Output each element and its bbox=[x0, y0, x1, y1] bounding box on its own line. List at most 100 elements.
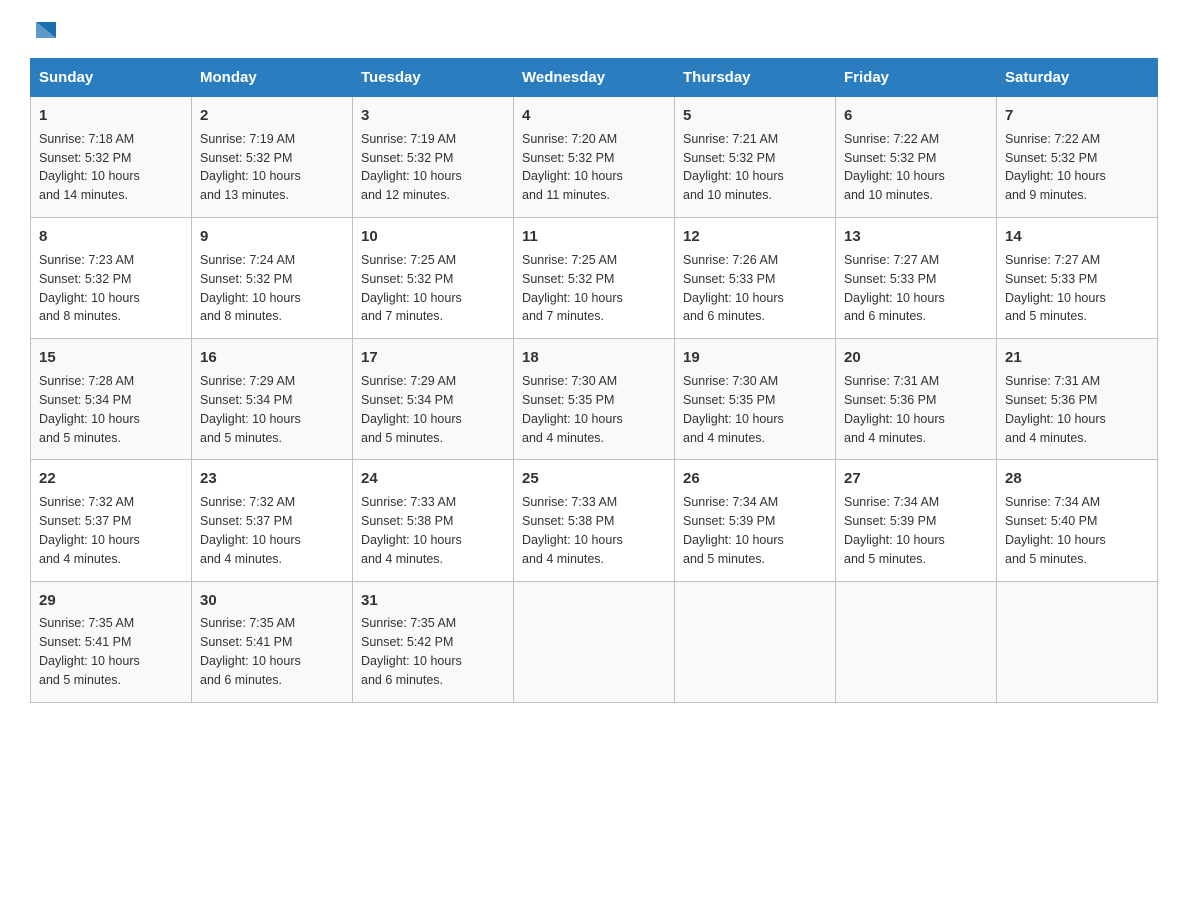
calendar-cell: 23 Sunrise: 7:32 AMSunset: 5:37 PMDaylig… bbox=[192, 460, 353, 581]
day-info: Sunrise: 7:30 AMSunset: 5:35 PMDaylight:… bbox=[522, 374, 623, 445]
day-number: 9 bbox=[200, 226, 344, 248]
calendar-cell: 13 Sunrise: 7:27 AMSunset: 5:33 PMDaylig… bbox=[836, 218, 997, 339]
day-info: Sunrise: 7:34 AMSunset: 5:40 PMDaylight:… bbox=[1005, 495, 1106, 566]
day-info: Sunrise: 7:24 AMSunset: 5:32 PMDaylight:… bbox=[200, 253, 301, 324]
calendar-cell: 4 Sunrise: 7:20 AMSunset: 5:32 PMDayligh… bbox=[514, 97, 675, 218]
day-info: Sunrise: 7:32 AMSunset: 5:37 PMDaylight:… bbox=[200, 495, 301, 566]
day-number: 4 bbox=[522, 105, 666, 127]
calendar-cell: 22 Sunrise: 7:32 AMSunset: 5:37 PMDaylig… bbox=[31, 460, 192, 581]
day-number: 7 bbox=[1005, 105, 1149, 127]
calendar-cell: 11 Sunrise: 7:25 AMSunset: 5:32 PMDaylig… bbox=[514, 218, 675, 339]
day-info: Sunrise: 7:25 AMSunset: 5:32 PMDaylight:… bbox=[361, 253, 462, 324]
weekday-header-sunday: Sunday bbox=[31, 59, 192, 97]
day-info: Sunrise: 7:35 AMSunset: 5:41 PMDaylight:… bbox=[200, 616, 301, 687]
day-info: Sunrise: 7:29 AMSunset: 5:34 PMDaylight:… bbox=[361, 374, 462, 445]
weekday-header-wednesday: Wednesday bbox=[514, 59, 675, 97]
logo-triangle-icon bbox=[32, 20, 60, 42]
calendar-cell: 17 Sunrise: 7:29 AMSunset: 5:34 PMDaylig… bbox=[353, 339, 514, 460]
day-info: Sunrise: 7:35 AMSunset: 5:42 PMDaylight:… bbox=[361, 616, 462, 687]
day-info: Sunrise: 7:29 AMSunset: 5:34 PMDaylight:… bbox=[200, 374, 301, 445]
calendar-cell: 26 Sunrise: 7:34 AMSunset: 5:39 PMDaylig… bbox=[675, 460, 836, 581]
calendar-cell: 18 Sunrise: 7:30 AMSunset: 5:35 PMDaylig… bbox=[514, 339, 675, 460]
day-number: 22 bbox=[39, 468, 183, 490]
calendar-cell: 20 Sunrise: 7:31 AMSunset: 5:36 PMDaylig… bbox=[836, 339, 997, 460]
day-number: 10 bbox=[361, 226, 505, 248]
day-info: Sunrise: 7:22 AMSunset: 5:32 PMDaylight:… bbox=[1005, 132, 1106, 203]
day-info: Sunrise: 7:20 AMSunset: 5:32 PMDaylight:… bbox=[522, 132, 623, 203]
weekday-header-row: SundayMondayTuesdayWednesdayThursdayFrid… bbox=[31, 59, 1158, 97]
day-number: 6 bbox=[844, 105, 988, 127]
calendar-week-row: 29 Sunrise: 7:35 AMSunset: 5:41 PMDaylig… bbox=[31, 581, 1158, 702]
day-number: 14 bbox=[1005, 226, 1149, 248]
logo bbox=[30, 20, 60, 38]
day-number: 31 bbox=[361, 590, 505, 612]
day-number: 24 bbox=[361, 468, 505, 490]
day-info: Sunrise: 7:33 AMSunset: 5:38 PMDaylight:… bbox=[522, 495, 623, 566]
calendar-cell: 7 Sunrise: 7:22 AMSunset: 5:32 PMDayligh… bbox=[997, 97, 1158, 218]
calendar-cell: 24 Sunrise: 7:33 AMSunset: 5:38 PMDaylig… bbox=[353, 460, 514, 581]
day-number: 19 bbox=[683, 347, 827, 369]
calendar-cell: 16 Sunrise: 7:29 AMSunset: 5:34 PMDaylig… bbox=[192, 339, 353, 460]
day-number: 29 bbox=[39, 590, 183, 612]
calendar-cell: 12 Sunrise: 7:26 AMSunset: 5:33 PMDaylig… bbox=[675, 218, 836, 339]
page-header bbox=[30, 20, 1158, 38]
day-number: 27 bbox=[844, 468, 988, 490]
day-number: 11 bbox=[522, 226, 666, 248]
day-number: 1 bbox=[39, 105, 183, 127]
calendar-cell: 10 Sunrise: 7:25 AMSunset: 5:32 PMDaylig… bbox=[353, 218, 514, 339]
calendar-cell: 8 Sunrise: 7:23 AMSunset: 5:32 PMDayligh… bbox=[31, 218, 192, 339]
day-info: Sunrise: 7:26 AMSunset: 5:33 PMDaylight:… bbox=[683, 253, 784, 324]
calendar-week-row: 15 Sunrise: 7:28 AMSunset: 5:34 PMDaylig… bbox=[31, 339, 1158, 460]
day-number: 26 bbox=[683, 468, 827, 490]
calendar-cell: 30 Sunrise: 7:35 AMSunset: 5:41 PMDaylig… bbox=[192, 581, 353, 702]
weekday-header-tuesday: Tuesday bbox=[353, 59, 514, 97]
day-number: 21 bbox=[1005, 347, 1149, 369]
calendar-cell: 27 Sunrise: 7:34 AMSunset: 5:39 PMDaylig… bbox=[836, 460, 997, 581]
calendar-cell: 14 Sunrise: 7:27 AMSunset: 5:33 PMDaylig… bbox=[997, 218, 1158, 339]
day-number: 5 bbox=[683, 105, 827, 127]
calendar-week-row: 8 Sunrise: 7:23 AMSunset: 5:32 PMDayligh… bbox=[31, 218, 1158, 339]
calendar-cell: 15 Sunrise: 7:28 AMSunset: 5:34 PMDaylig… bbox=[31, 339, 192, 460]
day-info: Sunrise: 7:34 AMSunset: 5:39 PMDaylight:… bbox=[683, 495, 784, 566]
day-info: Sunrise: 7:31 AMSunset: 5:36 PMDaylight:… bbox=[844, 374, 945, 445]
day-number: 18 bbox=[522, 347, 666, 369]
weekday-header-thursday: Thursday bbox=[675, 59, 836, 97]
weekday-header-saturday: Saturday bbox=[997, 59, 1158, 97]
day-number: 8 bbox=[39, 226, 183, 248]
day-number: 3 bbox=[361, 105, 505, 127]
day-info: Sunrise: 7:18 AMSunset: 5:32 PMDaylight:… bbox=[39, 132, 140, 203]
day-info: Sunrise: 7:35 AMSunset: 5:41 PMDaylight:… bbox=[39, 616, 140, 687]
day-number: 17 bbox=[361, 347, 505, 369]
calendar-cell: 29 Sunrise: 7:35 AMSunset: 5:41 PMDaylig… bbox=[31, 581, 192, 702]
day-number: 25 bbox=[522, 468, 666, 490]
day-info: Sunrise: 7:19 AMSunset: 5:32 PMDaylight:… bbox=[200, 132, 301, 203]
calendar-cell: 19 Sunrise: 7:30 AMSunset: 5:35 PMDaylig… bbox=[675, 339, 836, 460]
calendar-cell: 1 Sunrise: 7:18 AMSunset: 5:32 PMDayligh… bbox=[31, 97, 192, 218]
calendar-cell bbox=[997, 581, 1158, 702]
day-info: Sunrise: 7:27 AMSunset: 5:33 PMDaylight:… bbox=[1005, 253, 1106, 324]
day-info: Sunrise: 7:22 AMSunset: 5:32 PMDaylight:… bbox=[844, 132, 945, 203]
calendar-cell: 6 Sunrise: 7:22 AMSunset: 5:32 PMDayligh… bbox=[836, 97, 997, 218]
day-info: Sunrise: 7:28 AMSunset: 5:34 PMDaylight:… bbox=[39, 374, 140, 445]
day-info: Sunrise: 7:33 AMSunset: 5:38 PMDaylight:… bbox=[361, 495, 462, 566]
calendar-cell: 31 Sunrise: 7:35 AMSunset: 5:42 PMDaylig… bbox=[353, 581, 514, 702]
calendar-table: SundayMondayTuesdayWednesdayThursdayFrid… bbox=[30, 58, 1158, 703]
day-info: Sunrise: 7:21 AMSunset: 5:32 PMDaylight:… bbox=[683, 132, 784, 203]
calendar-cell bbox=[836, 581, 997, 702]
day-number: 2 bbox=[200, 105, 344, 127]
calendar-cell: 3 Sunrise: 7:19 AMSunset: 5:32 PMDayligh… bbox=[353, 97, 514, 218]
day-number: 30 bbox=[200, 590, 344, 612]
calendar-cell: 21 Sunrise: 7:31 AMSunset: 5:36 PMDaylig… bbox=[997, 339, 1158, 460]
calendar-cell: 5 Sunrise: 7:21 AMSunset: 5:32 PMDayligh… bbox=[675, 97, 836, 218]
day-info: Sunrise: 7:19 AMSunset: 5:32 PMDaylight:… bbox=[361, 132, 462, 203]
day-info: Sunrise: 7:30 AMSunset: 5:35 PMDaylight:… bbox=[683, 374, 784, 445]
weekday-header-monday: Monday bbox=[192, 59, 353, 97]
day-info: Sunrise: 7:23 AMSunset: 5:32 PMDaylight:… bbox=[39, 253, 140, 324]
calendar-week-row: 22 Sunrise: 7:32 AMSunset: 5:37 PMDaylig… bbox=[31, 460, 1158, 581]
weekday-header-friday: Friday bbox=[836, 59, 997, 97]
calendar-cell bbox=[514, 581, 675, 702]
day-info: Sunrise: 7:31 AMSunset: 5:36 PMDaylight:… bbox=[1005, 374, 1106, 445]
day-info: Sunrise: 7:27 AMSunset: 5:33 PMDaylight:… bbox=[844, 253, 945, 324]
day-number: 23 bbox=[200, 468, 344, 490]
day-number: 13 bbox=[844, 226, 988, 248]
